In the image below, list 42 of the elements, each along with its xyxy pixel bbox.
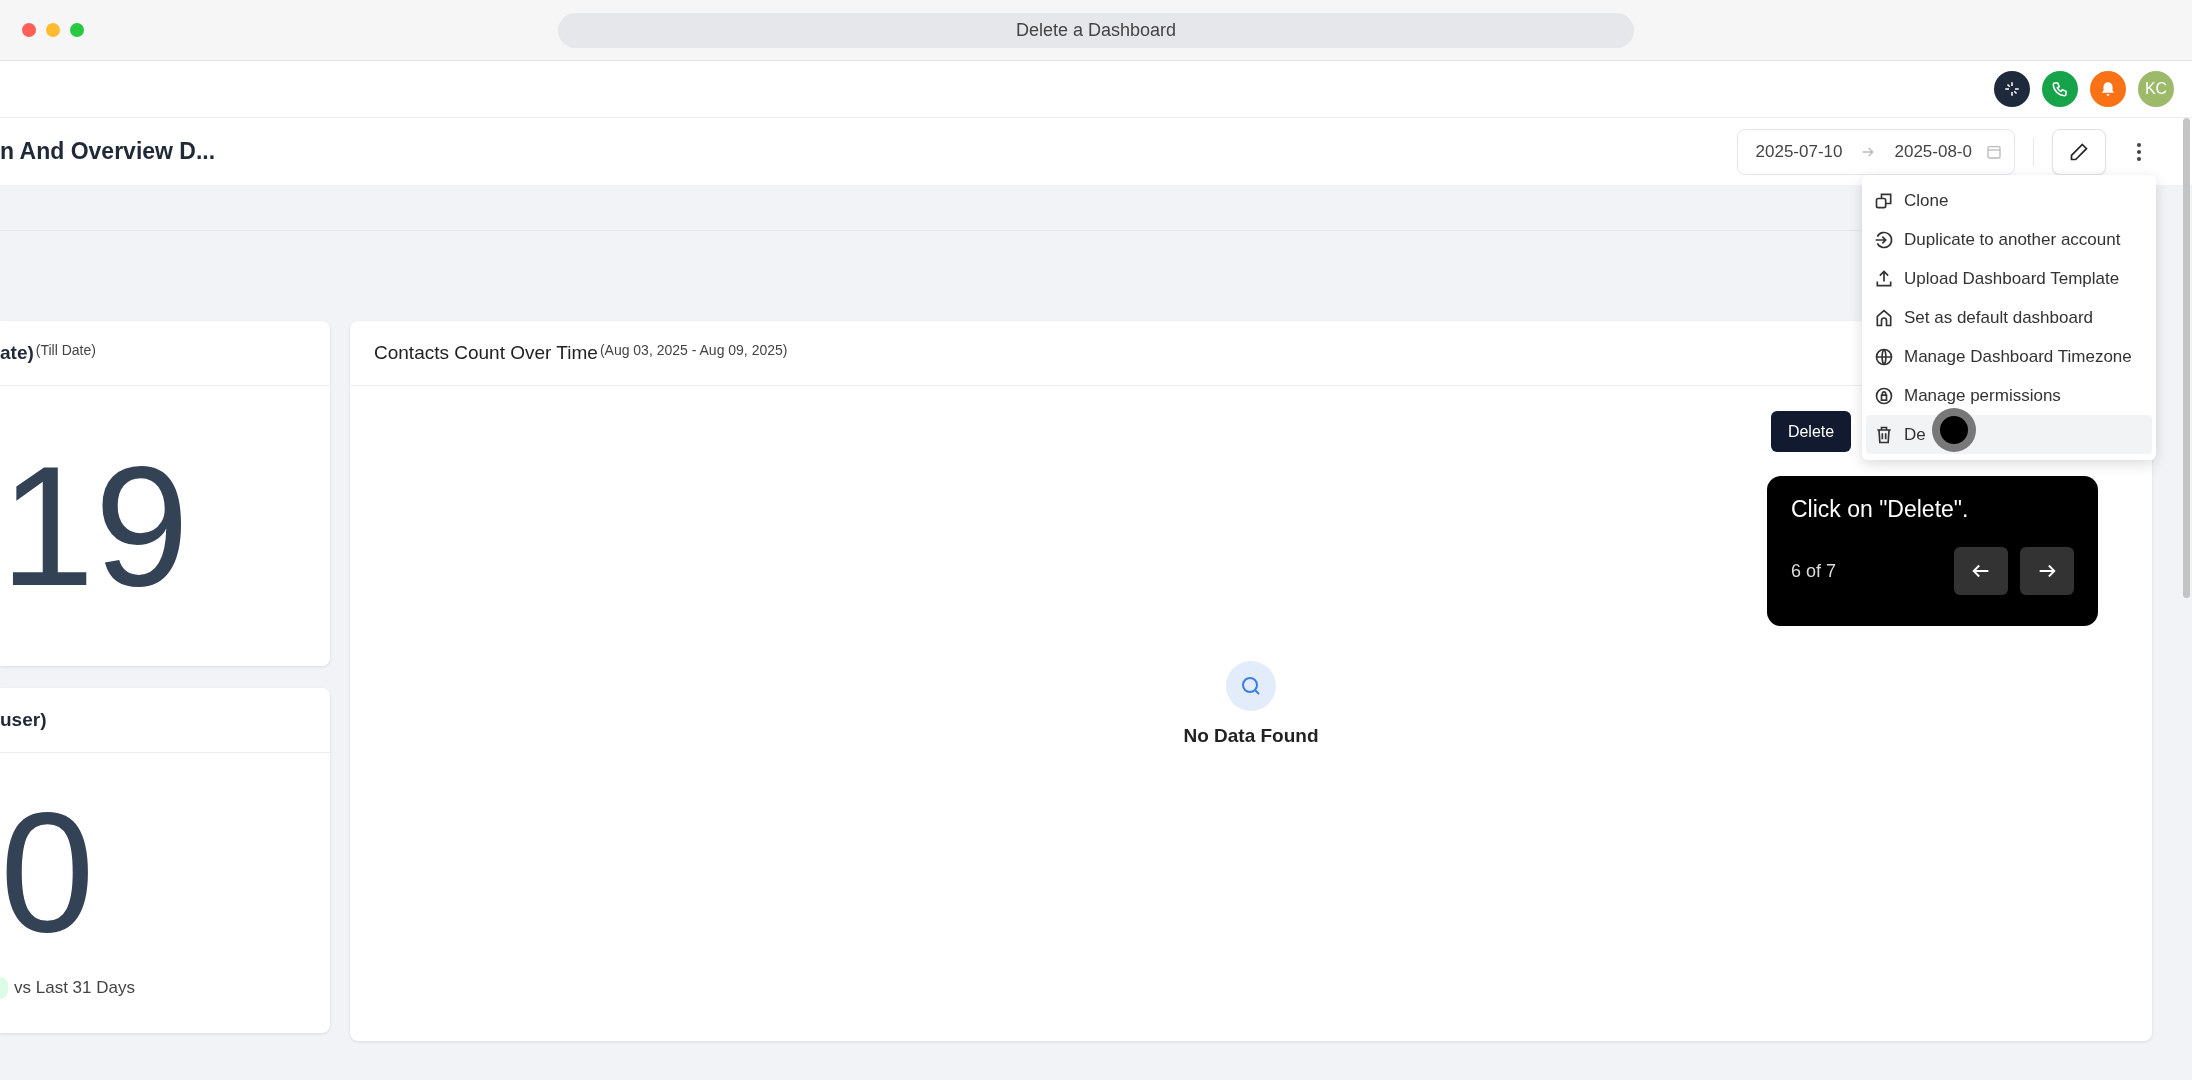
sparkle-avatar-icon[interactable] [1994,71,2030,107]
menu-item[interactable]: Set as default dashboard [1866,298,2152,337]
search-icon [1226,661,1276,711]
arrow-in-circle-icon [1874,229,1894,250]
bell-icon[interactable] [2090,71,2126,107]
phone-icon[interactable] [2042,71,2078,107]
card-subtitle: (Till Date) [35,342,96,358]
maximize-dot[interactable] [70,23,84,37]
dashboard-title: n And Overview D... [0,138,216,165]
card-title: Contacts Count Over Time [374,342,598,364]
stat-value: 19 [0,441,191,611]
calendar-icon [1986,143,2002,160]
date-range-field[interactable]: 2025-07-10 2025-08-0 [1736,128,2015,175]
lock-icon [1874,385,1894,406]
minimize-dot[interactable] [46,23,60,37]
card-title: user) [0,709,47,731]
pencil-icon [2069,141,2089,162]
empty-state-label: No Data Found [1183,725,1319,747]
previous-button[interactable] [1954,547,2008,595]
menu-item[interactable]: Manage Dashboard Timezone [1866,337,2152,376]
home-icon [1874,307,1894,328]
window-title: Delete a Dashboard [558,13,1634,48]
scrollbar[interactable] [2183,118,2190,598]
trend-badge [0,977,8,999]
menu-item[interactable]: Duplicate to another account [1866,220,2152,259]
menu-item[interactable]: Clone [1866,181,2152,220]
more-options-icon[interactable] [2136,141,2142,162]
card-subtitle: (Aug 03, 2025 - Aug 09, 2025) [599,342,788,358]
card-title: ate) [0,342,34,364]
tour-instruction: Click on "Delete". [1791,496,1970,523]
globe-icon [1874,346,1894,367]
menu-item[interactable]: Upload Dashboard Template [1866,259,2152,298]
edit-button[interactable] [2052,128,2106,175]
close-dot[interactable] [22,23,36,37]
next-button[interactable] [2020,547,2074,595]
comparison-label: vs Last 31 Days [14,978,135,998]
delete-tooltip: Delete [1771,411,1851,452]
stat-value: 0 [0,787,96,957]
step-counter: 6 of 7 [1791,560,1837,582]
upload-icon [1874,268,1894,289]
menu-item[interactable]: Manage permissions [1866,376,2152,415]
trash-icon [1874,424,1894,445]
